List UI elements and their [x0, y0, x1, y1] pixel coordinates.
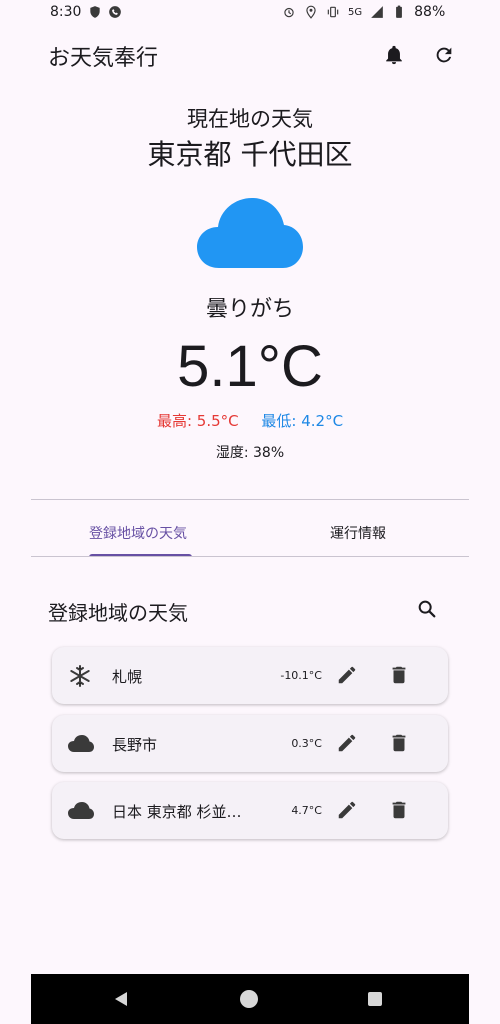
delete-icon[interactable] [388, 664, 410, 686]
weather-condition: 曇りがち [205, 297, 294, 322]
network-label: 5G [348, 6, 363, 18]
tab-transit-info[interactable]: 運行情報 [330, 523, 386, 543]
signal-icon [371, 6, 383, 18]
recent-apps-icon[interactable] [368, 992, 382, 1006]
search-icon[interactable] [416, 598, 438, 620]
divider [31, 499, 469, 500]
snowflake-icon [70, 665, 90, 687]
shield-icon [90, 6, 100, 18]
region-name: 長野市 [112, 736, 158, 754]
current-weather-label: 現在地の天気 [187, 107, 313, 131]
edit-icon[interactable] [336, 799, 358, 821]
cloud-icon [68, 735, 94, 752]
current-temperature: 5.1°C [177, 334, 323, 399]
app-screen: 8:30 5G 88% お天気奉行 現在地の天気 東京都 千代田区 曇りがち 5… [0, 0, 500, 1024]
navigation-bar [31, 974, 469, 1024]
divider [31, 556, 469, 557]
home-icon[interactable] [240, 990, 258, 1008]
region-temperature: 0.3°C [291, 737, 322, 750]
humidity: 湿度: 38% [215, 445, 285, 461]
list-item[interactable]: 札幌 -10.1°C [52, 647, 448, 704]
tab-registered-weather[interactable]: 登録地域の天気 [89, 523, 187, 543]
status-right-icons: 5G 88% [282, 4, 445, 20]
region-name: 日本 東京都 杉並… [112, 803, 242, 821]
vibrate-icon [327, 6, 339, 18]
current-location: 東京都 千代田区 [147, 138, 353, 171]
cloud-icon [197, 198, 303, 268]
status-bar: 8:30 5G 88% [0, 0, 500, 26]
list-item[interactable]: 長野市 0.3°C [52, 715, 448, 772]
status-time: 8:30 [50, 4, 82, 20]
bell-icon[interactable] [383, 44, 405, 66]
phone-icon [109, 6, 121, 18]
edit-icon[interactable] [336, 732, 358, 754]
region-temperature: 4.7°C [291, 804, 322, 817]
app-title: お天気奉行 [48, 46, 159, 71]
alarm-icon [284, 7, 294, 18]
high-low: 最高: 5.5°C 最低: 4.2°C [0, 410, 500, 431]
cloud-icon [68, 802, 94, 819]
delete-icon[interactable] [388, 799, 410, 821]
back-icon[interactable] [113, 991, 129, 1007]
status-left-icons [88, 5, 122, 19]
list-item[interactable]: 日本 東京都 杉並… 4.7°C [52, 782, 448, 839]
battery-icon [396, 5, 403, 18]
region-name: 札幌 [112, 668, 143, 686]
edit-icon[interactable] [336, 664, 358, 686]
low-temperature: 最低: 4.2°C [261, 412, 344, 430]
delete-icon[interactable] [388, 732, 410, 754]
battery-percent: 88% [414, 4, 446, 20]
location-icon [306, 5, 316, 19]
high-temperature: 最高: 5.5°C [156, 412, 239, 430]
region-temperature: -10.1°C [280, 669, 322, 682]
refresh-icon[interactable] [433, 44, 455, 66]
section-title: 登録地域の天気 [48, 601, 188, 625]
